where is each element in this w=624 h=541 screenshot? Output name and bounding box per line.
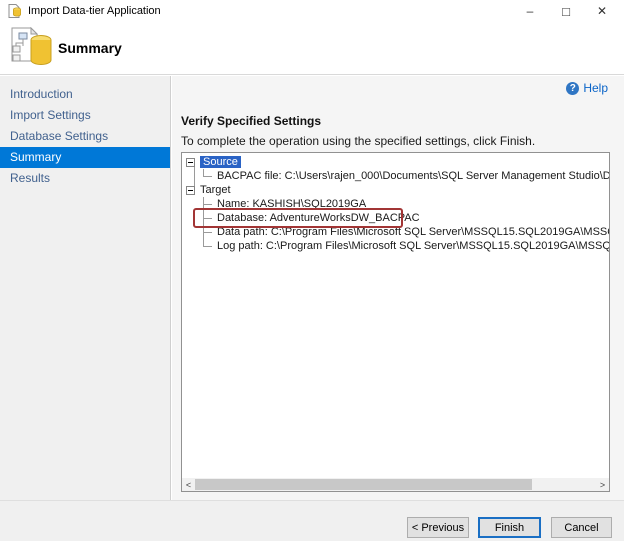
tree-rows: Source BACPAC file: C:\Users\rajen_000\D… (182, 155, 609, 478)
data-tier-application-icon (10, 27, 54, 74)
tree-row-data-path[interactable]: Data path: C:\Program Files\Microsoft SQ… (182, 225, 609, 239)
finish-button[interactable]: Finish (478, 517, 541, 538)
collapse-icon[interactable] (186, 186, 195, 195)
scrollbar-thumb[interactable] (195, 479, 532, 490)
app-icon (8, 4, 22, 18)
tree-node-label[interactable]: Log path: C:\Program Files\Microsoft SQL… (217, 240, 609, 252)
tree-row-target[interactable]: Target (182, 183, 609, 197)
button-bar: < Previous Finish Cancel (0, 500, 624, 541)
page-title: Summary (58, 40, 122, 56)
tree-node-label[interactable]: Data path: C:\Program Files\Microsoft SQ… (217, 226, 609, 238)
wizard-header: Summary (0, 22, 624, 75)
main-panel: ? Help Verify Specified Settings To comp… (172, 76, 624, 500)
horizontal-scrollbar[interactable]: < > (182, 478, 609, 491)
help-label: Help (583, 81, 608, 95)
tree-node-label[interactable]: Name: KASHISH\SQL2019GA (217, 198, 366, 210)
tree-row-source[interactable]: Source (182, 155, 609, 169)
scroll-right-icon[interactable]: > (596, 478, 609, 491)
tree-connector (199, 211, 215, 225)
tree-row-database[interactable]: Database: AdventureWorksDW_BACPAC (182, 211, 609, 225)
tree-connector (199, 225, 215, 239)
scroll-left-icon[interactable]: < (182, 478, 195, 491)
instruction-text: To complete the operation using the spec… (181, 134, 535, 148)
tree-row-log-path[interactable]: Log path: C:\Program Files\Microsoft SQL… (182, 239, 609, 253)
title-bar: Import Data-tier Application – □ ✕ (0, 0, 624, 22)
summary-tree: Source BACPAC file: C:\Users\rajen_000\D… (181, 152, 610, 492)
close-button[interactable]: ✕ (584, 0, 620, 22)
sidebar-item-import-settings[interactable]: Import Settings (0, 105, 170, 126)
tree-node-label[interactable]: Database: AdventureWorksDW_BACPAC (217, 212, 420, 224)
cancel-button[interactable]: Cancel (551, 517, 612, 538)
tree-node-label[interactable]: BACPAC file: C:\Users\rajen_000\Document… (217, 170, 609, 182)
tree-row-bacpac-file[interactable]: BACPAC file: C:\Users\rajen_000\Document… (182, 169, 609, 183)
tree-node-label[interactable]: Target (200, 184, 231, 196)
minimize-button[interactable]: – (512, 0, 548, 22)
tree-connector (199, 239, 215, 253)
sidebar-item-introduction[interactable]: Introduction (0, 84, 170, 105)
section-heading: Verify Specified Settings (181, 114, 321, 128)
sidebar-item-results[interactable]: Results (0, 168, 170, 189)
wizard-step-nav: Introduction Import Settings Database Se… (0, 76, 171, 500)
tree-row-name[interactable]: Name: KASHISH\SQL2019GA (182, 197, 609, 211)
sidebar-item-summary[interactable]: Summary (0, 147, 170, 168)
tree-node-label[interactable]: Source (200, 156, 241, 168)
collapse-icon[interactable] (186, 158, 195, 167)
tree-connector (199, 169, 215, 183)
tree-connector (199, 197, 215, 211)
previous-button[interactable]: < Previous (407, 517, 469, 538)
maximize-button[interactable]: □ (548, 0, 584, 22)
window-title: Import Data-tier Application (28, 5, 161, 17)
sidebar-item-database-settings[interactable]: Database Settings (0, 126, 170, 147)
help-icon: ? (566, 82, 579, 95)
help-link[interactable]: ? Help (566, 81, 608, 95)
